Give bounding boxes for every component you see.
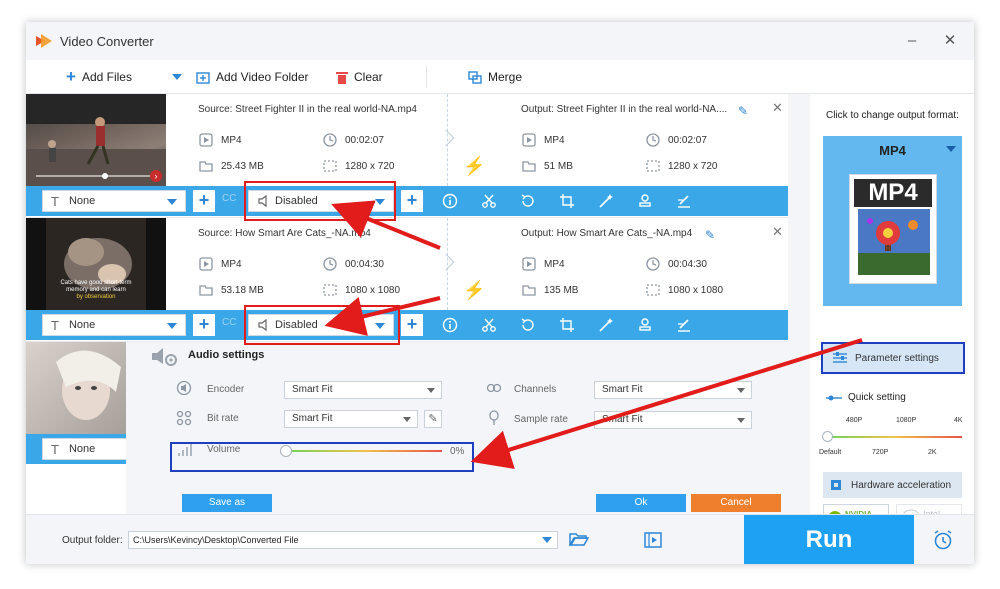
arrow-to-volume bbox=[470, 338, 863, 469]
arrow-to-audio-select-1 bbox=[331, 200, 441, 250]
annotation-arrows bbox=[324, 200, 863, 469]
arrow-to-audio-select-2 bbox=[324, 296, 441, 336]
